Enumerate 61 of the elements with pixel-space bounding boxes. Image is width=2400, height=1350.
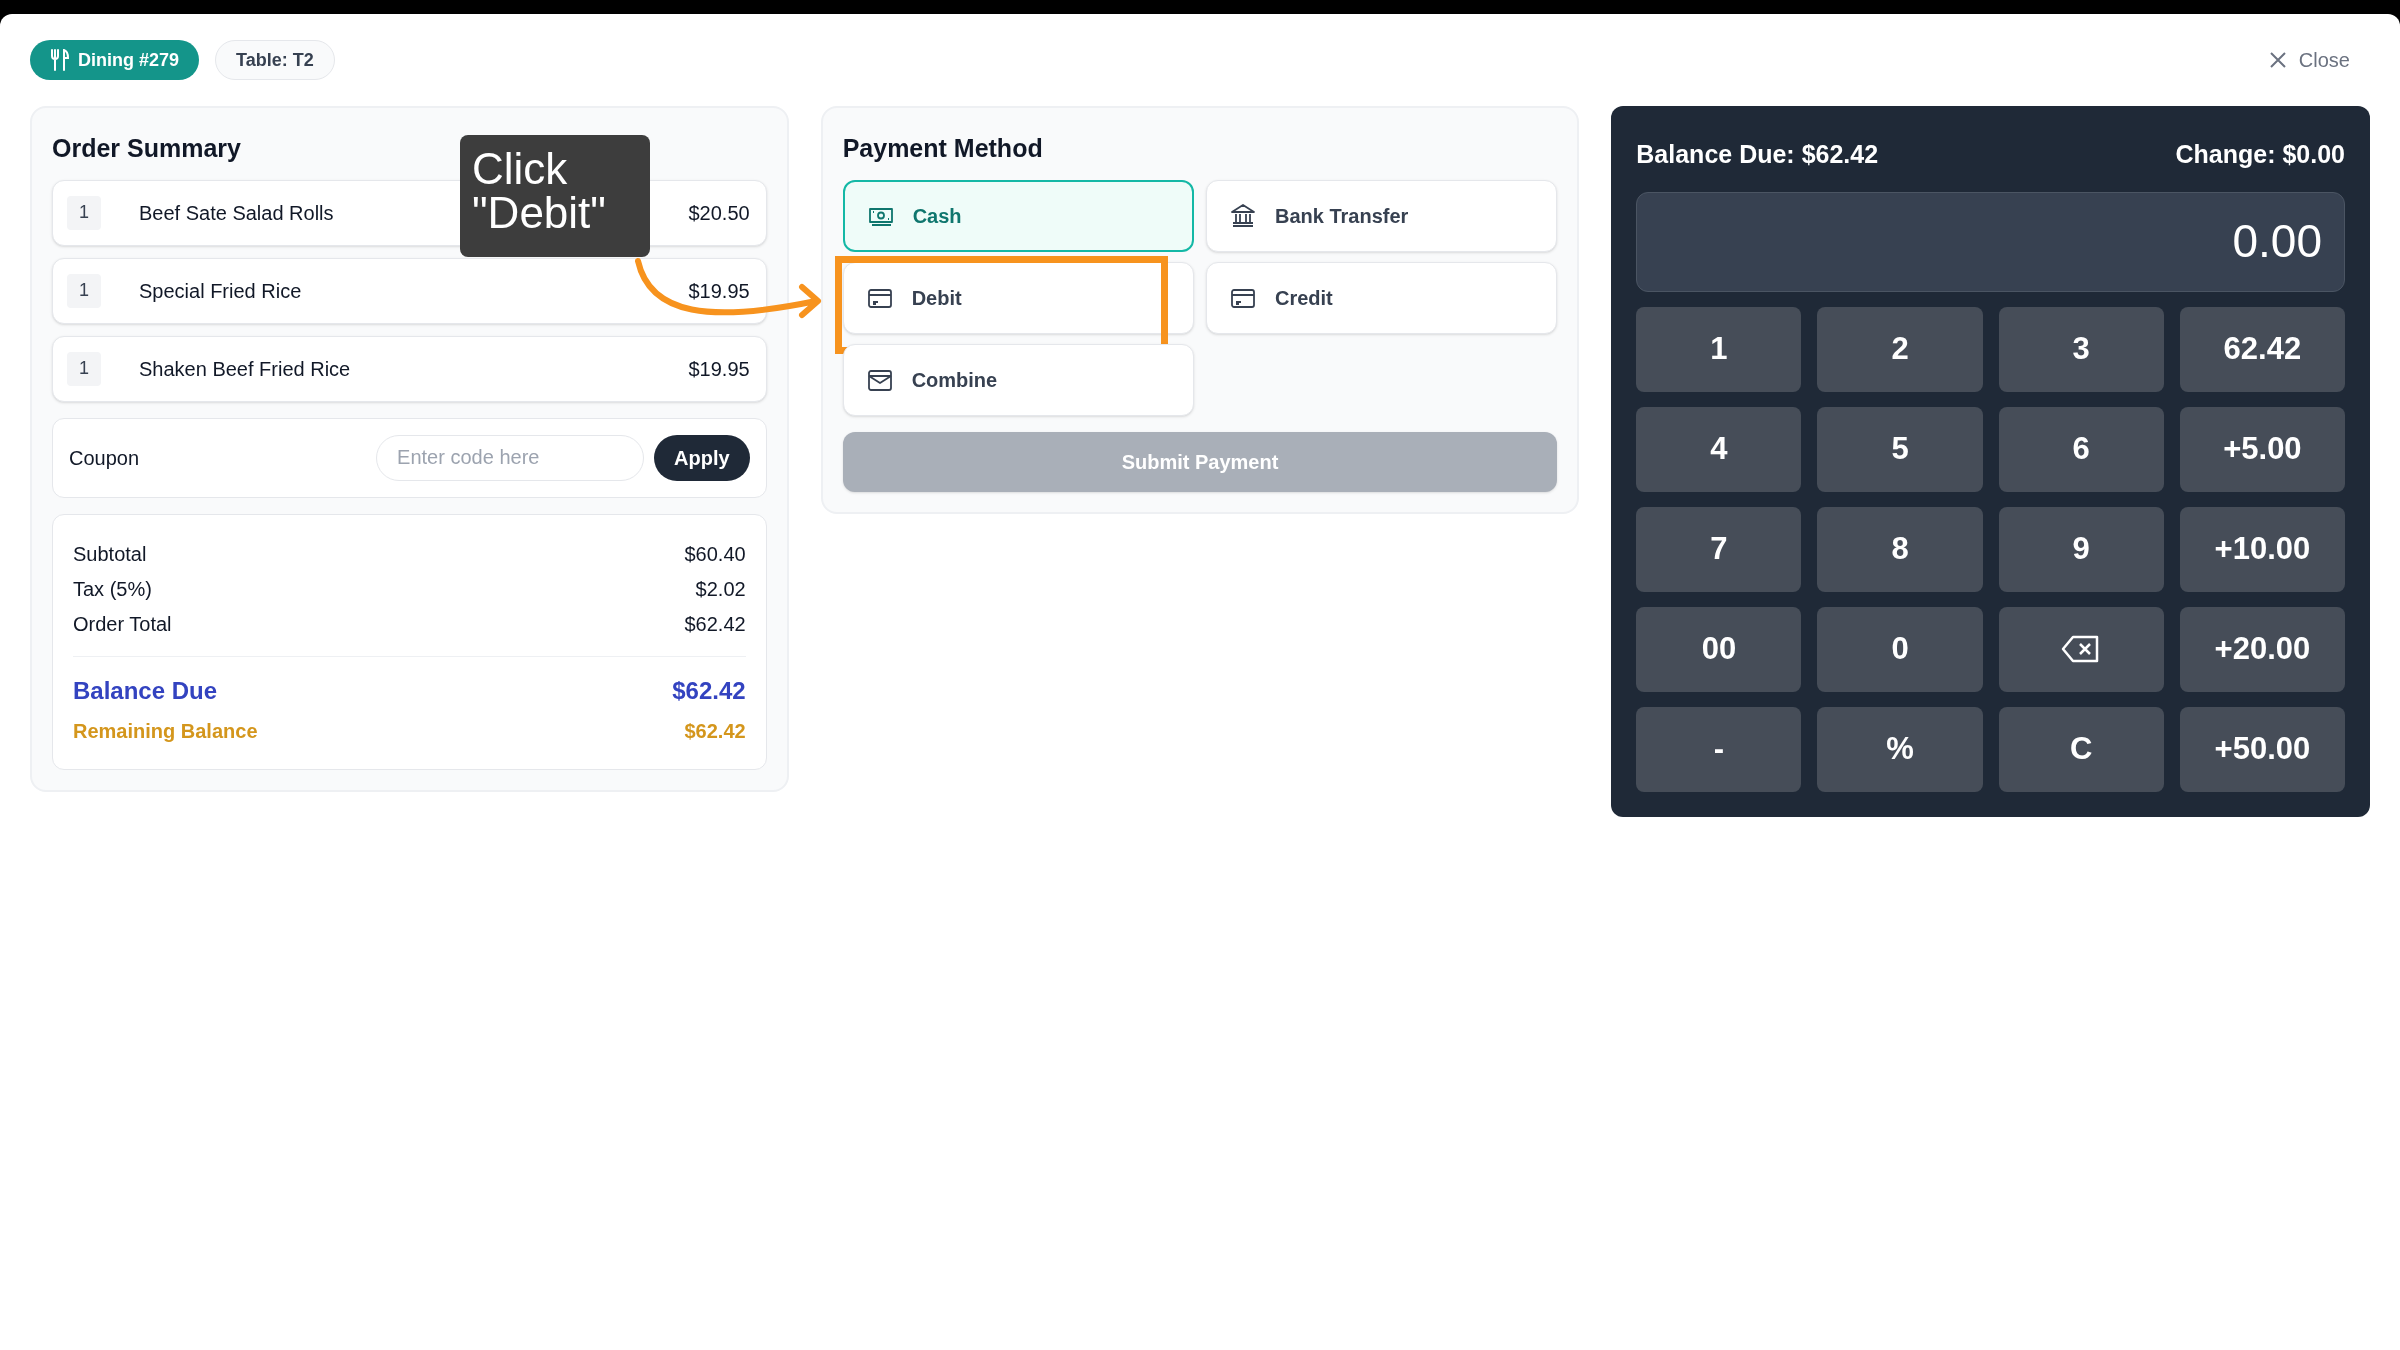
close-button[interactable]: Close — [2268, 45, 2350, 75]
coupon-label: Coupon — [69, 445, 141, 471]
total-label: Remaining Balance — [73, 718, 258, 744]
section-title: Order Summary — [52, 133, 241, 164]
quantity-label: 1 — [67, 195, 101, 230]
keypad-key[interactable]: 4 — [1636, 406, 1802, 492]
coupon-input[interactable]: Enter code here — [376, 434, 645, 481]
payment-method-button[interactable]: Credit — [1206, 261, 1558, 334]
keypad-key[interactable]: C — [1998, 706, 2164, 792]
total-label: Subtotal — [73, 542, 147, 567]
order-badge: Dining #279 — [30, 40, 200, 80]
order-item-row[interactable]: 1 Special Fried Rice $19.95 — [52, 257, 767, 324]
keypad-key[interactable]: % — [1817, 706, 1983, 792]
item-name: Shaken Beef Fried Rice — [139, 356, 351, 382]
quantity-label: 1 — [67, 273, 101, 308]
payment-method-button[interactable]: Debit — [842, 261, 1194, 334]
table-badge: Table: T2 — [215, 40, 335, 80]
bank-icon — [1229, 201, 1257, 230]
keypad-key[interactable]: 8 — [1817, 506, 1983, 592]
close-icon — [2268, 51, 2287, 69]
keypad-key[interactable]: 62.42 — [2179, 306, 2345, 392]
keypad-key[interactable]: +20.00 — [2179, 606, 2345, 692]
keypad-key[interactable]: 2 — [1817, 306, 1983, 392]
item-price: $20.50 — [688, 200, 750, 226]
keypad-key[interactable]: 9 — [1998, 506, 2164, 592]
keypad-key[interactable]: 7 — [1636, 506, 1802, 592]
total-value: $62.42 — [684, 612, 746, 637]
balance-due-label: Balance Due: $62.42 — [1636, 139, 1879, 170]
order-item-row[interactable]: 1 Shaken Beef Fried Rice $19.95 — [52, 335, 767, 402]
apply-button[interactable]: Apply — [654, 434, 750, 481]
total-label: Order Total — [73, 612, 172, 637]
item-name: Special Fried Rice — [139, 278, 302, 304]
keypad-key[interactable]: 1 — [1636, 306, 1802, 392]
backspace-key[interactable] — [1998, 606, 2164, 692]
tutorial-tooltip: Click "Debit" — [460, 135, 650, 257]
keypad-key[interactable]: +50.00 — [2179, 706, 2345, 792]
total-value: $2.02 — [695, 577, 746, 602]
utensils-icon — [50, 49, 70, 71]
keypad-key[interactable]: +5.00 — [2179, 406, 2345, 492]
total-label: Balance Due — [73, 675, 218, 706]
keypad-key[interactable]: 3 — [1998, 306, 2164, 392]
change-label: Change: $0.00 — [2175, 139, 2345, 170]
total-value: $62.42 — [672, 675, 746, 706]
keypad-key[interactable]: 0 — [1817, 606, 1983, 692]
keypad-key[interactable]: 5 — [1817, 406, 1983, 492]
quantity-label: 1 — [67, 351, 101, 386]
keypad-key[interactable]: 00 — [1636, 606, 1802, 692]
section-title: Payment Method — [842, 133, 1043, 164]
total-value: $60.40 — [684, 542, 746, 567]
item-name: Beef Sate Salad Rolls — [139, 200, 334, 226]
payment-method-button[interactable]: Bank Transfer — [1206, 179, 1558, 252]
keypad-key[interactable]: 6 — [1998, 406, 2164, 492]
amount-display: 0.00 — [1636, 191, 2345, 292]
keypad-key[interactable]: +10.00 — [2179, 506, 2345, 592]
total-value: $62.42 — [684, 718, 746, 744]
total-label: Tax (5%) — [73, 577, 152, 602]
item-price: $19.95 — [688, 278, 750, 304]
payment-method-button[interactable]: Combine — [842, 343, 1194, 416]
item-price: $19.95 — [688, 356, 750, 382]
payment-method-button[interactable]: Cash — [842, 179, 1194, 252]
keypad-key[interactable]: - — [1636, 706, 1802, 792]
